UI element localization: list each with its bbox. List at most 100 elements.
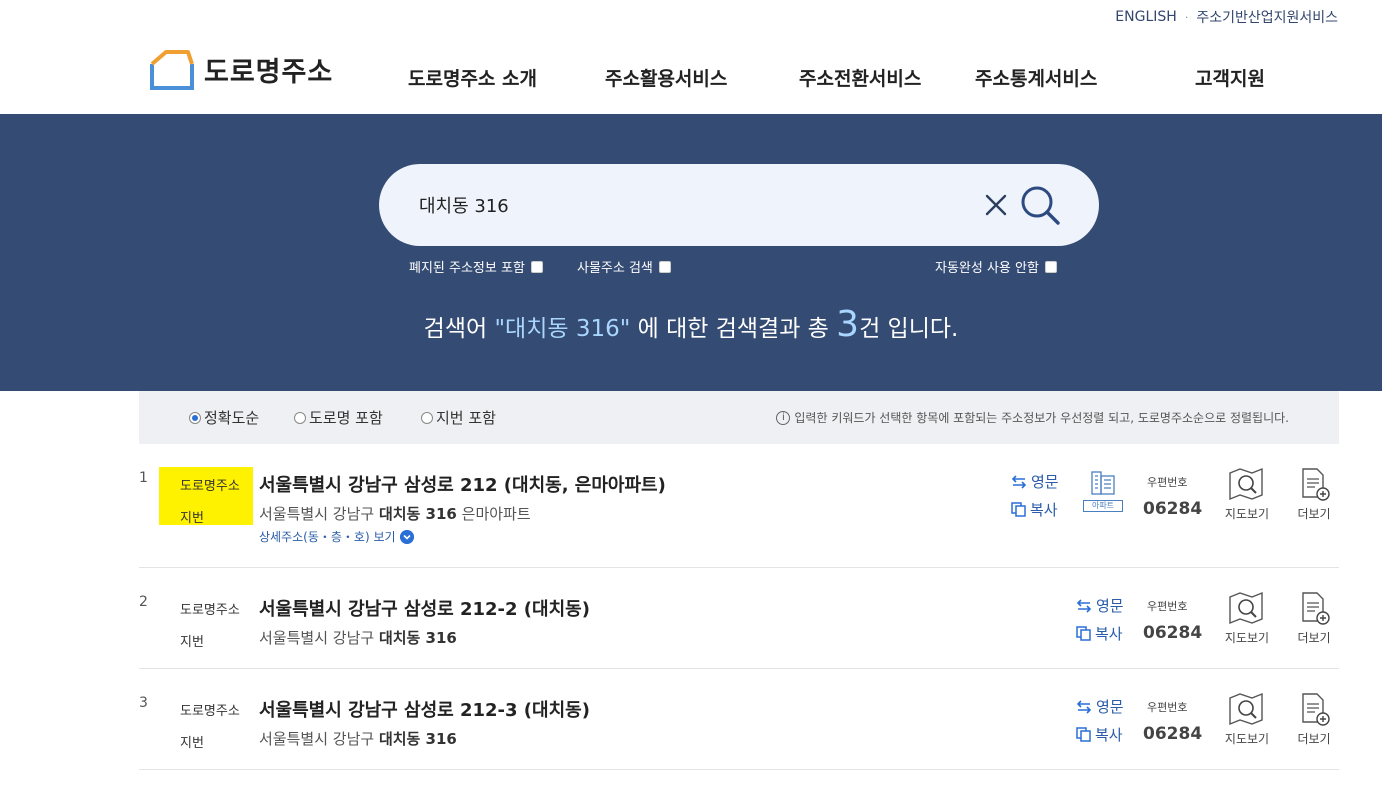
zip-code: 06284 bbox=[1143, 623, 1203, 643]
sort-jibun[interactable]: 지번 포함 bbox=[421, 407, 496, 428]
jibun-prefix: 서울특별시 강남구 bbox=[259, 629, 379, 647]
result-number: 2 bbox=[139, 594, 148, 610]
jibun-address: 서울특별시 강남구 대치동 316 bbox=[259, 728, 457, 749]
map-view-label: 지도보기 bbox=[1224, 507, 1270, 521]
map-magnifier-icon bbox=[1229, 591, 1263, 625]
zip-label: 우편번호 bbox=[1147, 600, 1188, 613]
no-autocomplete-label: 자동완성 사용 안함 bbox=[935, 261, 1039, 276]
search-band: 폐지된 주소정보 포함 사물주소 검색 자동완성 사용 안함 검색어 "대치동 … bbox=[0, 114, 1382, 391]
jibun-suffix: 은마아파트 bbox=[456, 505, 531, 523]
copy-label: 복사 bbox=[1095, 625, 1123, 643]
road-address-label: 도로명주소 bbox=[180, 704, 240, 719]
document-plus-icon bbox=[1302, 693, 1330, 726]
sort-jibun-label: 지번 포함 bbox=[436, 409, 496, 427]
nav-statistics-service[interactable]: 주소통계서비스 bbox=[975, 64, 1097, 91]
document-plus-icon bbox=[1302, 592, 1330, 625]
more-button[interactable]: 더보기 bbox=[1287, 692, 1341, 747]
sort-accuracy-radio[interactable] bbox=[189, 411, 201, 424]
copy-button[interactable]: 복사 bbox=[1076, 623, 1123, 644]
jibun-address: 서울특별시 강남구 대치동 316 은마아파트 bbox=[259, 503, 531, 524]
sort-accuracy[interactable]: 정확도순 bbox=[189, 407, 259, 428]
copy-label: 복사 bbox=[1095, 726, 1123, 744]
jibun-bold: 대치동 316 bbox=[378, 730, 457, 748]
detail-address-toggle[interactable]: 상세주소(동・층・호) 보기 bbox=[259, 528, 414, 545]
result-row: 2 도로명주소 지번 서울특별시 강남구 삼성로 212-2 (대치동) 서울특… bbox=[139, 568, 1339, 669]
swap-arrows-icon bbox=[1076, 598, 1092, 613]
result-middle: 에 대한 검색결과 총 bbox=[630, 316, 837, 342]
nav-intro[interactable]: 도로명주소 소개 bbox=[408, 64, 537, 91]
thing-address-label: 사물주소 검색 bbox=[577, 261, 653, 276]
apartment-building-icon bbox=[1091, 471, 1115, 495]
copy-button[interactable]: 복사 bbox=[1076, 724, 1123, 745]
document-plus-icon bbox=[1302, 468, 1330, 501]
result-suffix: 건 입니다. bbox=[859, 316, 959, 342]
jibun-bold: 대치동 316 bbox=[378, 505, 457, 523]
clear-icon[interactable] bbox=[983, 192, 1009, 218]
sort-jibun-radio[interactable] bbox=[421, 411, 433, 424]
result-number: 1 bbox=[139, 470, 148, 486]
copy-icon bbox=[1011, 502, 1026, 517]
sort-accuracy-label: 정확도순 bbox=[204, 409, 260, 427]
more-label: 더보기 bbox=[1297, 631, 1331, 645]
include-abolished-option[interactable]: 폐지된 주소정보 포함 bbox=[409, 257, 543, 276]
more-label: 더보기 bbox=[1297, 732, 1331, 746]
search-options: 폐지된 주소정보 포함 사물주소 검색 자동완성 사용 안함 bbox=[409, 257, 1079, 277]
road-address: 서울특별시 강남구 삼성로 212 (대치동, 은마아파트) bbox=[259, 475, 666, 496]
map-magnifier-icon bbox=[1229, 692, 1263, 726]
sort-road-label: 도로명 포함 bbox=[309, 409, 383, 427]
sort-road[interactable]: 도로명 포함 bbox=[294, 407, 383, 428]
thing-address-checkbox[interactable] bbox=[658, 260, 671, 273]
copy-label: 복사 bbox=[1030, 501, 1058, 519]
nav-usage-service[interactable]: 주소활용서비스 bbox=[605, 64, 727, 91]
jibun-address: 서울특별시 강남구 대치동 316 bbox=[259, 627, 457, 648]
copy-button[interactable]: 복사 bbox=[1011, 499, 1058, 520]
english-link[interactable]: ENGLISH bbox=[1115, 9, 1177, 25]
nav-conversion-service[interactable]: 주소전환서비스 bbox=[799, 64, 921, 91]
zip-label: 우편번호 bbox=[1147, 476, 1188, 489]
include-abolished-label: 폐지된 주소정보 포함 bbox=[409, 261, 525, 276]
zip-code: 06284 bbox=[1143, 499, 1203, 519]
result-row: 1 도로명주소 지번 서울특별시 강남구 삼성로 212 (대치동, 은마아파트… bbox=[139, 444, 1339, 568]
map-magnifier-icon bbox=[1229, 467, 1263, 501]
industry-support-link[interactable]: 주소기반산업지원서비스 bbox=[1196, 7, 1338, 27]
map-view-button[interactable]: 지도보기 bbox=[1220, 467, 1274, 522]
road-address-label: 도로명주소 bbox=[180, 603, 240, 618]
map-view-button[interactable]: 지도보기 bbox=[1220, 692, 1274, 747]
more-label: 더보기 bbox=[1297, 507, 1331, 521]
swap-arrows-icon bbox=[1076, 699, 1092, 714]
result-keyword: "대치동 316" bbox=[494, 316, 631, 342]
utility-links: ENGLISH · 주소기반산업지원서비스 bbox=[1115, 7, 1338, 27]
include-abolished-checkbox[interactable] bbox=[530, 260, 543, 273]
result-prefix: 검색어 bbox=[423, 316, 495, 342]
more-button[interactable]: 더보기 bbox=[1287, 467, 1341, 522]
copy-icon bbox=[1076, 727, 1091, 742]
swap-arrows-icon bbox=[1011, 474, 1027, 489]
main-nav: 도로명주소 소개 주소활용서비스 주소전환서비스 주소통계서비스 고객지원 bbox=[0, 64, 1382, 94]
map-view-label: 지도보기 bbox=[1224, 732, 1270, 746]
jibun-label: 지번 bbox=[180, 736, 204, 751]
search-icon[interactable] bbox=[1019, 184, 1061, 226]
english-label: 영문 bbox=[1096, 597, 1124, 615]
english-address-button[interactable]: 영문 bbox=[1076, 595, 1124, 616]
english-label: 영문 bbox=[1096, 698, 1124, 716]
jibun-bold: 대치동 316 bbox=[378, 629, 457, 647]
result-row: 3 도로명주소 지번 서울특별시 강남구 삼성로 212-3 (대치동) 서울특… bbox=[139, 669, 1339, 770]
map-view-button[interactable]: 지도보기 bbox=[1220, 591, 1274, 646]
jibun-prefix: 서울특별시 강남구 bbox=[259, 505, 379, 523]
thing-address-option[interactable]: 사물주소 검색 bbox=[577, 257, 671, 276]
result-summary: 검색어 "대치동 316" 에 대한 검색결과 총 3건 입니다. bbox=[0, 304, 1382, 345]
info-icon: i bbox=[776, 410, 791, 425]
apartment-badge: 아파트 bbox=[1083, 470, 1123, 512]
nav-customer-support[interactable]: 고객지원 bbox=[1195, 64, 1265, 91]
search-input[interactable] bbox=[419, 186, 959, 224]
no-autocomplete-checkbox[interactable] bbox=[1044, 260, 1057, 273]
no-autocomplete-option[interactable]: 자동완성 사용 안함 bbox=[935, 257, 1057, 276]
more-button[interactable]: 더보기 bbox=[1287, 591, 1341, 646]
zip-code: 06284 bbox=[1143, 724, 1203, 744]
english-address-button[interactable]: 영문 bbox=[1011, 471, 1059, 492]
english-address-button[interactable]: 영문 bbox=[1076, 696, 1124, 717]
sort-bar: 정확도순 도로명 포함 지번 포함 i 입력한 키워드가 선택한 항목에 포함되… bbox=[139, 391, 1339, 444]
english-label: 영문 bbox=[1031, 473, 1059, 491]
sort-road-radio[interactable] bbox=[294, 411, 306, 424]
sort-info-text: 입력한 키워드가 선택한 항목에 포함되는 주소정보가 우선정렬 되고, 도로명… bbox=[794, 411, 1289, 425]
